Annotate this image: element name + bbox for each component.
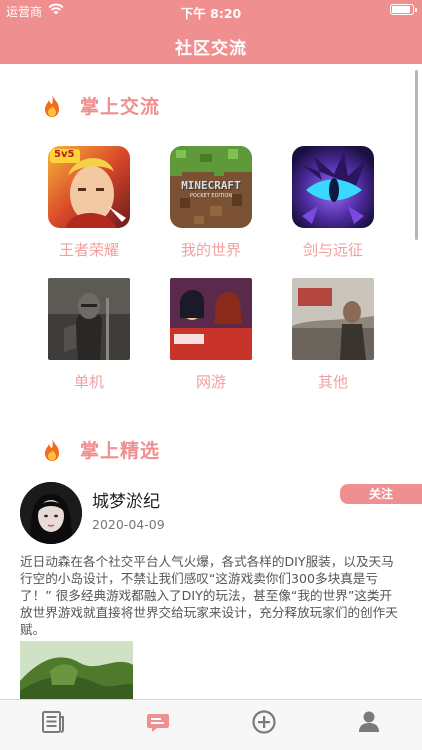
status-bar: 运营商 下午 8:20 <box>0 0 422 22</box>
content-scroll[interactable]: 掌上交流 5v5 王者荣耀 MINECRAFT POCKET EDITION 我… <box>0 64 422 699</box>
page-title: 社区交流 <box>175 39 247 59</box>
afk-arena-icon <box>292 146 374 228</box>
section-title: 掌上精选 <box>80 440 161 462</box>
section-featured-header: 掌上精选 <box>42 436 160 463</box>
user-icon[interactable] <box>356 709 382 735</box>
section-exchange-header: 掌上交流 <box>42 92 160 119</box>
news-icon[interactable] <box>40 709 66 735</box>
battery-icon <box>390 4 417 15</box>
minecraft-icon: MINECRAFT POCKET EDITION <box>170 146 252 228</box>
other-games-icon <box>292 278 374 360</box>
minecraft-logo: MINECRAFT <box>181 179 241 192</box>
online-games-icon <box>170 278 252 360</box>
category-label: 其他 <box>317 373 348 391</box>
category-afk-arena[interactable]: 剑与远征 <box>283 146 383 260</box>
post-author[interactable]: 城梦淤纪 <box>92 487 160 512</box>
category-label: 剑与远征 <box>302 241 363 259</box>
category-single-player[interactable]: 单机 <box>39 278 139 392</box>
single-player-icon <box>48 278 130 360</box>
category-label: 网游 <box>195 373 226 391</box>
avatar[interactable] <box>20 482 82 544</box>
top-bar: 运营商 下午 8:20 社区交流 <box>0 0 422 64</box>
category-honor-of-kings[interactable]: 5v5 王者荣耀 <box>39 146 139 260</box>
category-other[interactable]: 其他 <box>283 278 383 392</box>
category-online-games[interactable]: 网游 <box>161 278 261 392</box>
tab-bar <box>0 699 422 750</box>
category-minecraft[interactable]: MINECRAFT POCKET EDITION 我的世界 <box>161 146 261 260</box>
add-circle-icon[interactable] <box>251 709 277 735</box>
category-label: 我的世界 <box>180 241 241 259</box>
follow-button[interactable]: 关注 <box>340 484 422 504</box>
scrollbar[interactable] <box>415 70 418 240</box>
post-body: 近日动森在各个社交平台人气火爆，各式各样的DIY服装，以及天马行空的小岛设计，不… <box>20 554 398 637</box>
section-title: 掌上交流 <box>80 96 161 118</box>
flame-icon <box>45 438 59 461</box>
flame-icon <box>45 94 59 117</box>
chat-icon[interactable] <box>145 709 171 735</box>
category-label: 王者荣耀 <box>58 241 119 259</box>
post-image[interactable] <box>20 641 133 699</box>
post-date: 2020-04-09 <box>92 517 165 532</box>
honor-of-kings-badge: 5v5 <box>54 149 75 160</box>
status-time: 下午 8:20 <box>180 6 242 21</box>
minecraft-logo-sub: POCKET EDITION <box>189 193 233 199</box>
category-label: 单机 <box>73 373 104 391</box>
honor-of-kings-icon: 5v5 <box>48 146 130 228</box>
